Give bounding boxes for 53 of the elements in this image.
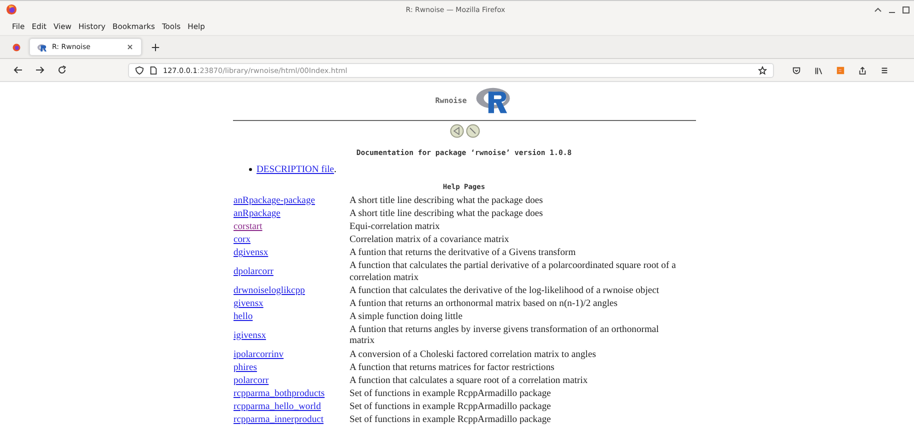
- forward-icon[interactable]: [35, 65, 45, 75]
- star-icon[interactable]: [758, 66, 767, 74]
- shield-icon: [135, 66, 144, 74]
- topic-description: A function that returns matrices for factor restrictions: [350, 362, 554, 373]
- topic-link[interactable]: rcpparma_innerproduct: [234, 414, 324, 426]
- back-icon[interactable]: [13, 65, 23, 75]
- topic-description: Set of functions in example RcppArmadillo package: [350, 388, 551, 399]
- topic-link[interactable]: drwnoiseloglikcpp: [234, 284, 305, 296]
- close-icon[interactable]: [126, 43, 134, 51]
- topic-description: A funtion that returns the deritvative of a Givens transform: [350, 246, 576, 258]
- topic-description: A function that calculates the partial derivative of a polarcoordinated square root of a correlation matrix: [350, 260, 676, 283]
- topic-link[interactable]: hello: [234, 311, 253, 322]
- topic-description: Set of functions in example RcppArmadillo package: [350, 414, 551, 425]
- topic-link[interactable]: phires: [234, 362, 257, 373]
- topic-description: A simple function doing little: [350, 310, 462, 322]
- topic-description: A funtion that returns angles by inverse givens transformation of an orthonormal matrix: [350, 324, 659, 346]
- topic-link[interactable]: igivensx: [234, 330, 266, 341]
- topic-link[interactable]: dgivensx: [234, 247, 268, 258]
- punctuation: .: [334, 164, 336, 175]
- library-icon[interactable]: [814, 66, 823, 74]
- topic-link[interactable]: corx: [234, 234, 251, 246]
- page-icon: [149, 66, 158, 74]
- topic-description: A funtion that returns an orthonormal matrix based on n(n-1)/2 angles: [350, 298, 618, 309]
- share-icon[interactable]: [858, 66, 867, 74]
- collapse-icon[interactable]: [874, 6, 882, 14]
- firefox-logo-icon: [6, 4, 17, 15]
- topic-description: A function that calculates the derivative of the log-likelihood of a rwnoise object: [350, 284, 660, 296]
- topic-link[interactable]: givensx: [234, 298, 264, 309]
- menu-icon[interactable]: [880, 66, 889, 74]
- description-link[interactable]: DESCRIPTION file: [256, 164, 334, 175]
- reload-icon[interactable]: [57, 65, 67, 75]
- topic-link[interactable]: ipolarcorrinv: [234, 348, 284, 360]
- topic-link[interactable]: polarcorr: [234, 374, 269, 386]
- topic-description: A short title line describing what the package does: [350, 194, 543, 206]
- extension-icon[interactable]: [836, 66, 845, 74]
- r-logo: [474, 86, 513, 114]
- maximize-icon[interactable]: [902, 6, 910, 14]
- new-tab-icon[interactable]: [151, 42, 160, 52]
- topic-description: A short title line describing what the package does: [350, 208, 543, 219]
- topic-description: Equi-correlation matrix: [350, 220, 440, 232]
- topic-description: Correlation matrix of a covariance matrix: [350, 234, 510, 245]
- topic-link[interactable]: dpolarcorr: [234, 266, 274, 278]
- r-logo-icon: [37, 42, 48, 52]
- pocket-icon[interactable]: [792, 66, 801, 74]
- topic-link[interactable]: anRpackage: [234, 208, 280, 219]
- topic-description: A function that calculates a square root of a correlation matrix: [350, 374, 588, 386]
- topic-link[interactable]: corstart: [234, 220, 262, 232]
- firefox-logo-icon: [12, 42, 21, 52]
- topic-link[interactable]: anRpackage-package: [234, 194, 315, 206]
- topic-description: Set of functions in example RcppArmadillo package: [350, 400, 551, 412]
- topic-link[interactable]: rcpparma_hello_world: [234, 401, 321, 412]
- topic-link[interactable]: rcpparma_bothproducts: [234, 388, 325, 400]
- topic-description: A conversion of a Choleski factored correlation matrix to angles: [350, 348, 596, 360]
